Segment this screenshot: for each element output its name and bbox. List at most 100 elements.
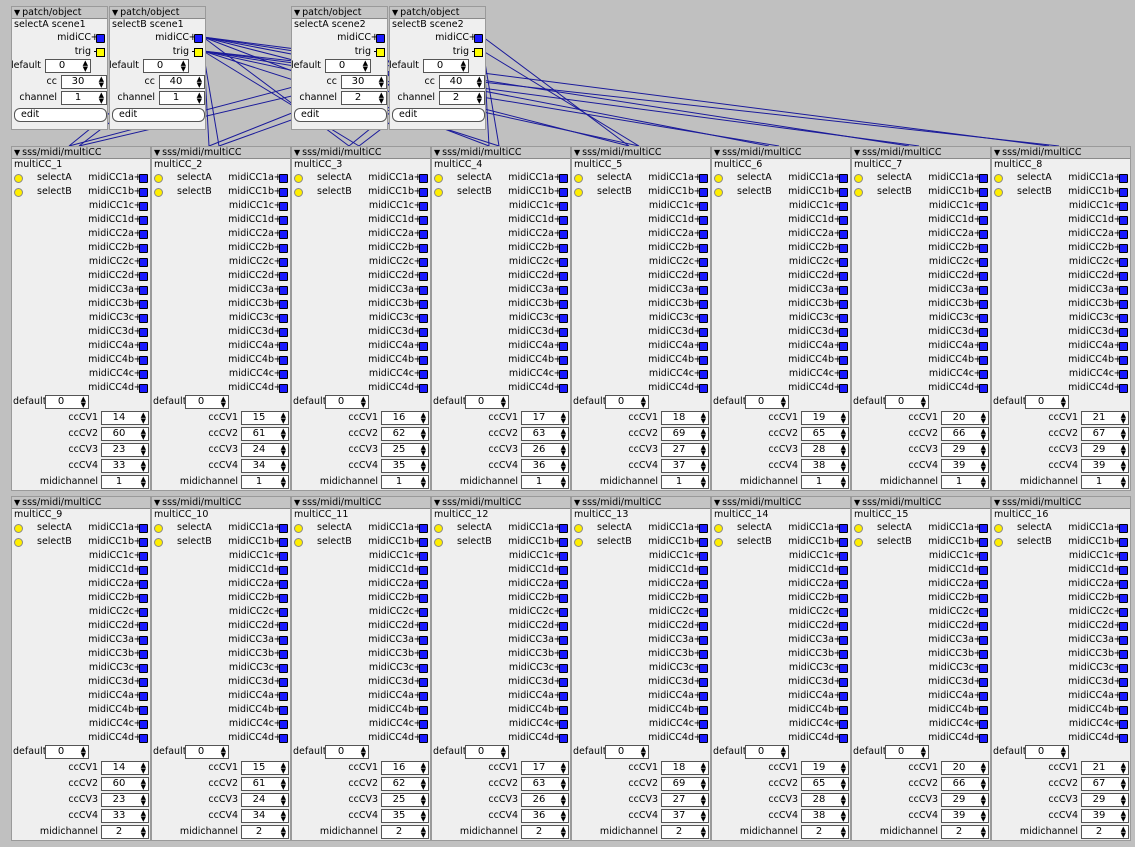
inlet-icon[interactable]: [154, 538, 163, 547]
outlet-icon[interactable]: [839, 594, 848, 603]
outlet-icon[interactable]: [419, 384, 428, 393]
outlet-icon[interactable]: [419, 258, 428, 267]
collapse-triangle-icon[interactable]: ▼: [154, 498, 160, 507]
midichannel-field[interactable]: 2 ▲ ▼: [661, 825, 709, 839]
cc-value-field[interactable]: 62 ▲ ▼: [381, 427, 429, 441]
outlet-icon[interactable]: [419, 594, 428, 603]
outlet-icon[interactable]: [839, 300, 848, 309]
cc-value-field[interactable]: 30 ▲ ▼: [341, 75, 387, 89]
multicc-object[interactable]: ▼ sss/midi/multiCC multiCC_3 selectA midiCC1…: [291, 146, 431, 491]
outlet-icon[interactable]: [699, 608, 708, 617]
default-field[interactable]: 0 ▲ ▼: [465, 745, 509, 759]
object-header[interactable]: ▼ sss/midi/multiCC: [12, 147, 150, 159]
spinner-arrows-icon[interactable]: ▲ ▼: [561, 762, 566, 775]
outlet-icon[interactable]: [839, 524, 848, 533]
outlet-icon[interactable]: [279, 580, 288, 589]
outlet-icon[interactable]: [279, 272, 288, 281]
outlet-icon[interactable]: [1119, 692, 1128, 701]
spinner-arrows-icon[interactable]: ▲ ▼: [421, 762, 426, 775]
spinner-arrows-icon[interactable]: ▲ ▼: [379, 92, 384, 105]
multicc-object[interactable]: ▼ sss/midi/multiCC multiCC_11 selectA midiCC…: [291, 496, 431, 841]
outlet-icon[interactable]: [1119, 188, 1128, 197]
inlet-icon[interactable]: [434, 188, 443, 197]
instance-name[interactable]: selectB scene2: [390, 19, 485, 30]
patch-cord[interactable]: [482, 50, 640, 147]
outlet-icon[interactable]: [979, 272, 988, 281]
inlet-icon[interactable]: [294, 524, 303, 533]
spinner-arrows-icon[interactable]: ▲ ▼: [141, 810, 146, 823]
spinner-arrows-icon[interactable]: ▲ ▼: [421, 794, 426, 807]
outlet-icon[interactable]: [979, 300, 988, 309]
inlet-icon[interactable]: [714, 174, 723, 183]
outlet-icon[interactable]: [139, 188, 148, 197]
outlet-icon[interactable]: [979, 650, 988, 659]
outlet-icon[interactable]: [139, 566, 148, 575]
outlet-icon[interactable]: [1119, 258, 1128, 267]
outlet-icon[interactable]: [1119, 272, 1128, 281]
spinner-arrows-icon[interactable]: ▲ ▼: [561, 794, 566, 807]
outlet-icon[interactable]: [139, 286, 148, 295]
midicc-outlet-icon[interactable]: [96, 34, 105, 43]
cc-value-field[interactable]: 60 ▲ ▼: [101, 427, 149, 441]
cc-value-field[interactable]: 39 ▲ ▼: [941, 459, 989, 473]
outlet-icon[interactable]: [559, 608, 568, 617]
inlet-icon[interactable]: [854, 188, 863, 197]
outlet-icon[interactable]: [559, 594, 568, 603]
outlet-icon[interactable]: [559, 342, 568, 351]
outlet-icon[interactable]: [279, 342, 288, 351]
spinner-arrows-icon[interactable]: ▲ ▼: [197, 76, 202, 89]
collapse-triangle-icon[interactable]: ▼: [574, 498, 580, 507]
outlet-icon[interactable]: [559, 706, 568, 715]
cc-value-field[interactable]: 21 ▲ ▼: [1081, 761, 1129, 775]
outlet-icon[interactable]: [699, 664, 708, 673]
instance-name[interactable]: multiCC_11: [292, 509, 430, 520]
outlet-icon[interactable]: [1119, 342, 1128, 351]
cc-value-field[interactable]: 15 ▲ ▼: [241, 761, 289, 775]
outlet-icon[interactable]: [699, 692, 708, 701]
outlet-icon[interactable]: [1119, 328, 1128, 337]
multicc-object[interactable]: ▼ sss/midi/multiCC multiCC_8 selectA midiCC1…: [991, 146, 1131, 491]
outlet-icon[interactable]: [419, 314, 428, 323]
outlet-icon[interactable]: [839, 580, 848, 589]
midichannel-field[interactable]: 1 ▲ ▼: [801, 475, 849, 489]
outlet-icon[interactable]: [279, 216, 288, 225]
default-field[interactable]: 0 ▲ ▼: [605, 395, 649, 409]
spinner-arrows-icon[interactable]: ▲ ▼: [641, 396, 646, 409]
outlet-icon[interactable]: [1119, 300, 1128, 309]
outlet-icon[interactable]: [979, 580, 988, 589]
outlet-icon[interactable]: [279, 174, 288, 183]
instance-name[interactable]: multiCC_9: [12, 509, 150, 520]
outlet-icon[interactable]: [559, 328, 568, 337]
spinner-arrows-icon[interactable]: ▲ ▼: [421, 428, 426, 441]
cc-value-field[interactable]: 26 ▲ ▼: [521, 793, 569, 807]
patch-cord[interactable]: [482, 36, 630, 147]
outlet-icon[interactable]: [559, 566, 568, 575]
outlet-icon[interactable]: [699, 188, 708, 197]
outlet-icon[interactable]: [559, 678, 568, 687]
cc-value-field[interactable]: 39 ▲ ▼: [941, 809, 989, 823]
spinner-arrows-icon[interactable]: ▲ ▼: [281, 826, 286, 839]
inlet-icon[interactable]: [994, 188, 1003, 197]
outlet-icon[interactable]: [139, 384, 148, 393]
spinner-arrows-icon[interactable]: ▲ ▼: [361, 746, 366, 759]
midichannel-field[interactable]: 2 ▲ ▼: [241, 825, 289, 839]
edit-button[interactable]: edit: [112, 108, 205, 122]
outlet-icon[interactable]: [279, 594, 288, 603]
outlet-icon[interactable]: [839, 328, 848, 337]
spinner-arrows-icon[interactable]: ▲ ▼: [701, 460, 706, 473]
cc-value-field[interactable]: 23 ▲ ▼: [101, 443, 149, 457]
outlet-icon[interactable]: [1119, 202, 1128, 211]
spinner-arrows-icon[interactable]: ▲ ▼: [701, 810, 706, 823]
midichannel-field[interactable]: 1 ▲ ▼: [1081, 475, 1129, 489]
inlet-icon[interactable]: [714, 524, 723, 533]
collapse-triangle-icon[interactable]: ▼: [714, 498, 720, 507]
cc-value-field[interactable]: 29 ▲ ▼: [941, 443, 989, 457]
outlet-icon[interactable]: [419, 678, 428, 687]
spinner-arrows-icon[interactable]: ▲ ▼: [701, 444, 706, 457]
midichannel-field[interactable]: 2 ▲ ▼: [801, 825, 849, 839]
instance-name[interactable]: multiCC_14: [712, 509, 850, 520]
inlet-icon[interactable]: [154, 524, 163, 533]
cc-value-field[interactable]: 29 ▲ ▼: [941, 793, 989, 807]
inlet-icon[interactable]: [154, 174, 163, 183]
spinner-arrows-icon[interactable]: ▲ ▼: [841, 412, 846, 425]
